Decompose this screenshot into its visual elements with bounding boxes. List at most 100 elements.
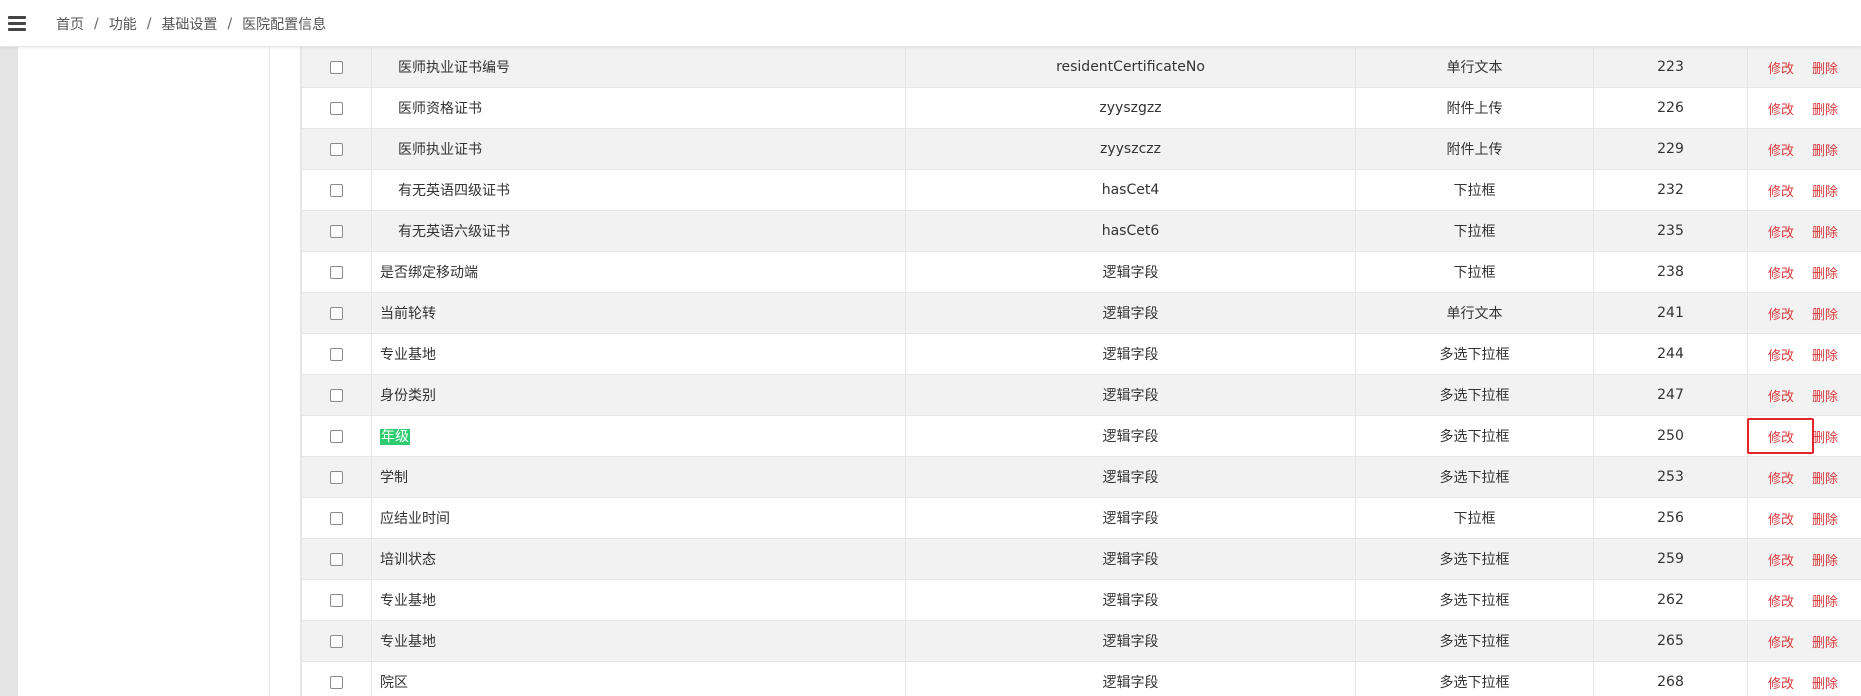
delete-button[interactable]: 删除	[1812, 673, 1838, 692]
row-select-cell	[301, 251, 372, 293]
table-row: 专业基地 逻辑字段 多选下拉框 265 修改 删除	[301, 620, 1861, 662]
table-row: 专业基地 逻辑字段 多选下拉框 262 修改 删除	[301, 579, 1861, 621]
row-checkbox[interactable]	[330, 224, 343, 238]
row-checkbox[interactable]	[330, 429, 343, 443]
row-actions: 修改 删除	[1747, 47, 1861, 88]
field-sort-order: 226	[1593, 87, 1748, 129]
row-checkbox[interactable]	[330, 552, 343, 566]
table-row: 医师资格证书 zyyszgzz 附件上传 226 修改 删除	[301, 87, 1861, 129]
row-select-cell	[301, 661, 372, 696]
field-sort-order: 229	[1593, 128, 1748, 170]
breadcrumb-home[interactable]: 首页	[56, 14, 84, 34]
delete-button[interactable]: 删除	[1812, 58, 1838, 77]
field-type: 多选下拉框	[1355, 661, 1594, 696]
row-checkbox[interactable]	[330, 388, 343, 402]
field-name: 医师执业证书	[398, 142, 482, 158]
delete-button[interactable]: 删除	[1812, 468, 1838, 487]
row-checkbox[interactable]	[330, 183, 343, 197]
field-name-cell: 年级	[371, 415, 906, 457]
field-sort-order: 256	[1593, 497, 1748, 539]
field-type: 下拉框	[1355, 251, 1594, 293]
delete-button[interactable]: 删除	[1812, 550, 1838, 569]
row-checkbox[interactable]	[330, 265, 343, 279]
config-table-container[interactable]: 医师执业证书编号 residentCertificateNo 单行文本 223 修改 删除…	[300, 47, 1861, 696]
edit-button[interactable]: 修改	[1768, 181, 1794, 200]
field-sort-order: 238	[1593, 251, 1748, 293]
row-checkbox[interactable]	[330, 675, 343, 689]
row-checkbox[interactable]	[330, 60, 343, 74]
top-bar: 首页 / 功能 / 基础设置 / 医院配置信息	[0, 0, 1861, 47]
edit-button[interactable]: 修改	[1768, 468, 1794, 487]
field-name-cell: 医师执业证书	[371, 128, 906, 170]
delete-button[interactable]: 删除	[1812, 345, 1838, 364]
field-name-cell: 专业基地	[371, 620, 906, 662]
field-name-cell: 身份类别	[371, 374, 906, 416]
breadcrumb: 首页 / 功能 / 基础设置 / 医院配置信息	[56, 0, 326, 47]
delete-button[interactable]: 删除	[1812, 509, 1838, 528]
delete-button[interactable]: 删除	[1812, 140, 1838, 159]
edit-button[interactable]: 修改	[1768, 263, 1794, 282]
row-checkbox[interactable]	[330, 593, 343, 607]
breadcrumb-separator: /	[94, 15, 99, 32]
field-name-cell: 有无英语四级证书	[371, 169, 906, 211]
field-name: 医师执业证书编号	[398, 60, 510, 76]
menu-toggle-icon[interactable]	[0, 0, 34, 47]
row-actions: 修改 删除	[1747, 251, 1861, 293]
edit-button[interactable]: 修改	[1768, 140, 1794, 159]
table-row: 是否绑定移动端 逻辑字段 下拉框 238 修改 删除	[301, 251, 1861, 293]
table-row: 学制 逻辑字段 多选下拉框 253 修改 删除	[301, 456, 1861, 498]
field-name: 有无英语四级证书	[398, 183, 510, 199]
field-name: 有无英语六级证书	[398, 224, 510, 240]
row-checkbox[interactable]	[330, 634, 343, 648]
edit-button[interactable]: 修改	[1768, 509, 1794, 528]
field-code: 逻辑字段	[905, 374, 1356, 416]
delete-button[interactable]: 删除	[1812, 222, 1838, 241]
delete-button[interactable]: 删除	[1812, 591, 1838, 610]
field-sort-order: 250	[1593, 415, 1748, 457]
field-name: 专业基地	[380, 634, 436, 650]
delete-button[interactable]: 删除	[1812, 427, 1838, 446]
field-code: 逻辑字段	[905, 333, 1356, 375]
edit-button[interactable]: 修改	[1768, 550, 1794, 569]
edit-button[interactable]: 修改	[1768, 58, 1794, 77]
row-checkbox[interactable]	[330, 101, 343, 115]
edit-button[interactable]: 修改	[1768, 345, 1794, 364]
edit-button[interactable]: 修改	[1768, 386, 1794, 405]
edit-button[interactable]: 修改	[1768, 591, 1794, 610]
field-name: 学制	[380, 470, 408, 486]
delete-button[interactable]: 删除	[1812, 263, 1838, 282]
field-sort-order: 247	[1593, 374, 1748, 416]
row-checkbox[interactable]	[330, 470, 343, 484]
edit-button[interactable]: 修改	[1768, 673, 1794, 692]
row-checkbox[interactable]	[330, 511, 343, 525]
edit-button[interactable]: 修改	[1768, 632, 1794, 651]
delete-button[interactable]: 删除	[1812, 181, 1838, 200]
row-actions: 修改 删除	[1747, 579, 1861, 621]
row-actions: 修改 删除	[1747, 169, 1861, 211]
delete-button[interactable]: 删除	[1812, 99, 1838, 118]
delete-button[interactable]: 删除	[1812, 304, 1838, 323]
field-sort-order: 223	[1593, 47, 1748, 88]
row-checkbox[interactable]	[330, 347, 343, 361]
field-name: 应结业时间	[380, 511, 450, 527]
breadcrumb-basic-settings[interactable]: 基础设置	[161, 14, 217, 34]
field-type: 下拉框	[1355, 169, 1594, 211]
table-row: 有无英语四级证书 hasCet4 下拉框 232 修改 删除	[301, 169, 1861, 211]
field-name-cell: 学制	[371, 456, 906, 498]
field-code: 逻辑字段	[905, 415, 1356, 457]
delete-button[interactable]: 删除	[1812, 386, 1838, 405]
field-type: 单行文本	[1355, 47, 1594, 88]
delete-button[interactable]: 删除	[1812, 632, 1838, 651]
row-checkbox[interactable]	[330, 142, 343, 156]
edit-button[interactable]: 修改	[1768, 427, 1794, 446]
edit-button[interactable]: 修改	[1768, 222, 1794, 241]
edit-button[interactable]: 修改	[1768, 304, 1794, 323]
row-select-cell	[301, 210, 372, 252]
table-row: 身份类别 逻辑字段 多选下拉框 247 修改 删除	[301, 374, 1861, 416]
panel-divider	[269, 47, 270, 696]
table-row: 医师执业证书 zyyszczz 附件上传 229 修改 删除	[301, 128, 1861, 170]
row-select-cell	[301, 47, 372, 88]
row-checkbox[interactable]	[330, 306, 343, 320]
breadcrumb-function[interactable]: 功能	[109, 14, 137, 34]
edit-button[interactable]: 修改	[1768, 99, 1794, 118]
